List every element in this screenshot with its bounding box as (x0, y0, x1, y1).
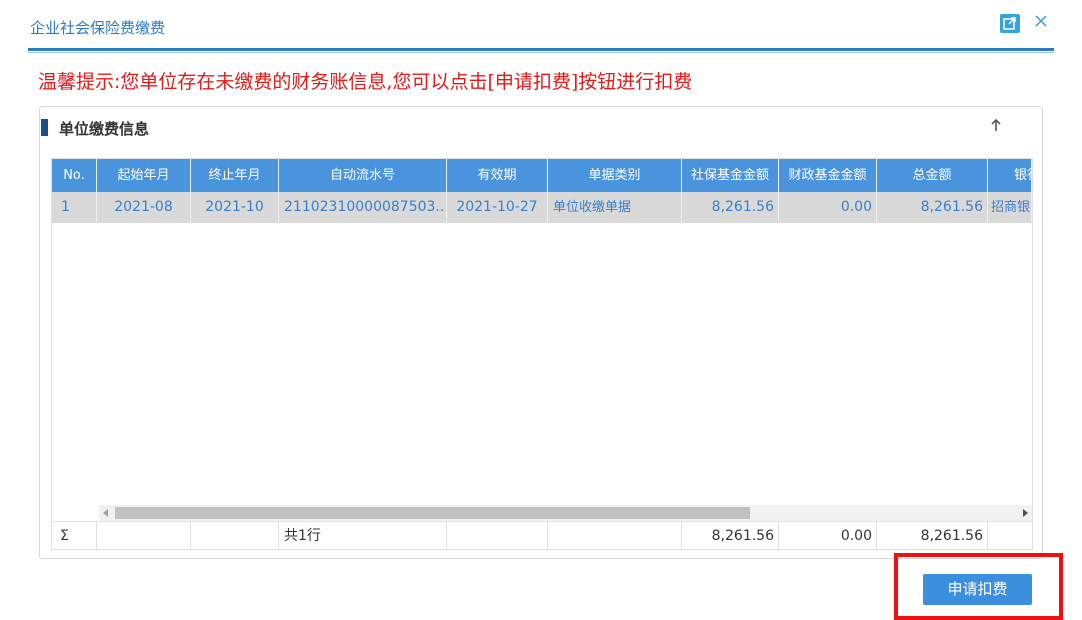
scroll-left-icon[interactable] (103, 509, 108, 517)
panel-title: 单位缴费信息 (59, 120, 150, 138)
column-header-total[interactable]: 总金额 (877, 159, 988, 192)
column-header-serial[interactable]: 自动流水号 (279, 159, 447, 192)
summary-empty-start (97, 522, 191, 549)
payment-dialog: 企业社会保险费缴费 温馨提示:您单位存在未缴费的财务账信息,您可以点击[申请扣费… (0, 0, 1082, 620)
summary-count: 共1行 (279, 522, 447, 549)
cell-bank: 招商银行 (988, 192, 1032, 223)
title-divider (28, 48, 1054, 51)
dialog-titlebar: 企业社会保险费缴费 (0, 0, 1082, 53)
popout-icon (1003, 17, 1016, 30)
cell-start: 2021-08 (97, 192, 191, 223)
column-header-no[interactable]: No. (52, 159, 97, 192)
summary-empty-end (191, 522, 279, 549)
cell-total: 8,261.56 (877, 192, 988, 223)
summary-sigma: Σ (52, 522, 97, 549)
close-button[interactable] (1032, 12, 1050, 32)
summary-social-amount: 8,261.56 (682, 522, 779, 549)
payment-grid: No. 起始年月 终止年月 自动流水号 有效期 单据类别 社保基金金额 财政基金… (51, 158, 1033, 550)
close-icon (1035, 15, 1047, 27)
popout-button[interactable] (1000, 14, 1020, 33)
column-header-type[interactable]: 单据类别 (548, 159, 682, 192)
summary-empty-bank (988, 522, 1032, 549)
cell-end: 2021-10 (191, 192, 279, 223)
summary-total: 8,261.56 (877, 522, 988, 549)
grid-summary-row: Σ 共1行 8,261.56 0.00 8,261.56 (52, 521, 1032, 549)
cell-type: 单位收缴单据 (548, 192, 682, 223)
column-header-bank[interactable]: 银行 (988, 159, 1032, 192)
column-header-valid[interactable]: 有效期 (447, 159, 548, 192)
payment-info-panel: 单位缴费信息 No. 起始年月 终止年月 自动流水号 有效期 单据类别 社保基金… (39, 106, 1043, 559)
cell-social-amount: 8,261.56 (682, 192, 779, 223)
apply-deduction-button[interactable]: 申请扣费 (923, 574, 1032, 605)
scrollbar-thumb[interactable] (115, 507, 750, 519)
column-header-end[interactable]: 终止年月 (191, 159, 279, 192)
horizontal-scrollbar[interactable] (99, 505, 1032, 521)
notice-text: 温馨提示:您单位存在未缴费的财务账信息,您可以点击[申请扣费]按钮进行扣费 (38, 71, 693, 93)
table-row[interactable]: 1 2021-08 2021-10 21102310000087503... 2… (52, 192, 1032, 223)
cell-valid: 2021-10-27 (447, 192, 548, 223)
title-divider-thin (28, 52, 1054, 53)
grid-header: No. 起始年月 终止年月 自动流水号 有效期 单据类别 社保基金金额 财政基金… (52, 159, 1032, 192)
arrow-up-icon[interactable] (989, 117, 1003, 133)
summary-empty-type (548, 522, 682, 549)
column-header-social-amount[interactable]: 社保基金金额 (682, 159, 779, 192)
column-header-finance-amount[interactable]: 财政基金金额 (779, 159, 877, 192)
summary-empty-valid (447, 522, 548, 549)
cell-finance-amount: 0.00 (779, 192, 877, 223)
summary-finance-amount: 0.00 (779, 522, 877, 549)
cell-serial: 21102310000087503... (279, 192, 447, 223)
dialog-title: 企业社会保险费缴费 (30, 19, 166, 37)
scroll-right-icon[interactable] (1023, 509, 1028, 517)
panel-title-marker (41, 119, 48, 136)
column-header-start[interactable]: 起始年月 (97, 159, 191, 192)
cell-no: 1 (52, 192, 97, 223)
